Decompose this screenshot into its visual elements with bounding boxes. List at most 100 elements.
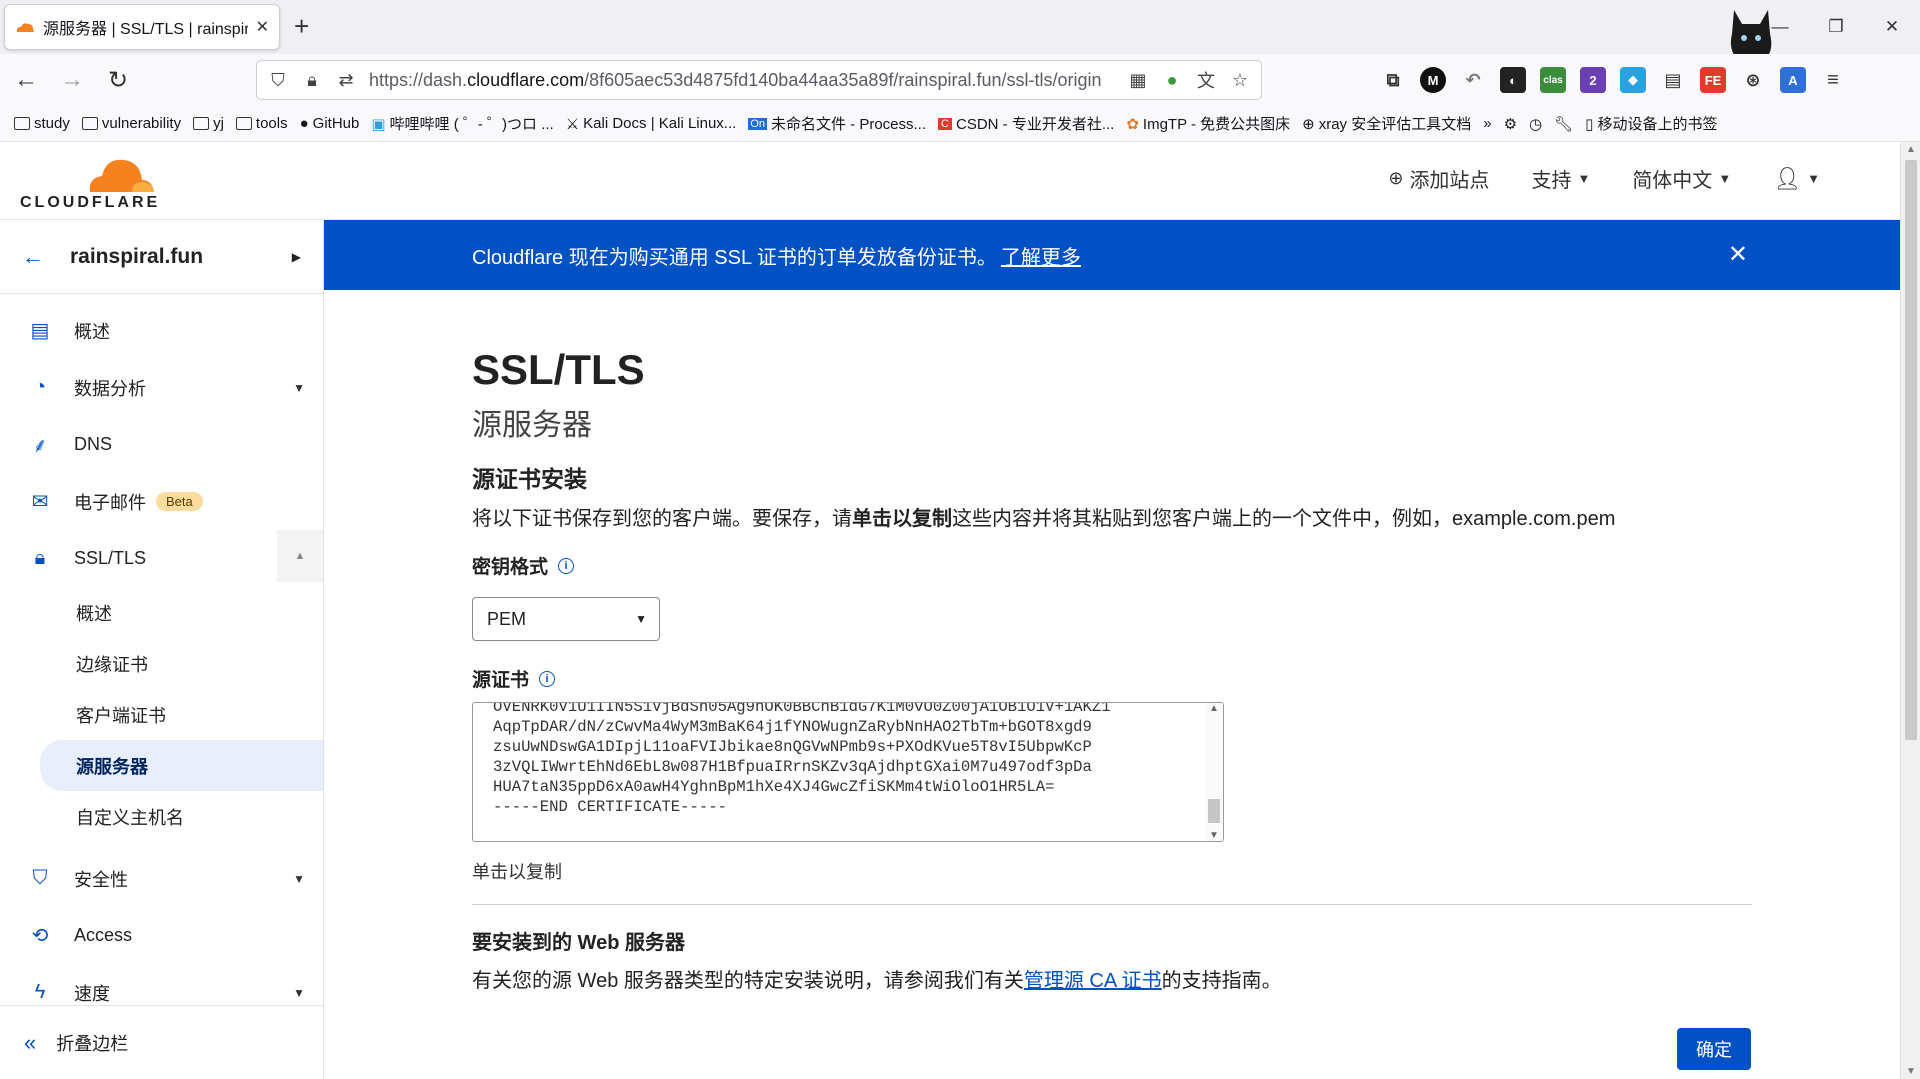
translate-icon[interactable]: 文 <box>1195 67 1217 93</box>
clash-extension-icon[interactable]: clas <box>1540 67 1566 93</box>
add-site-button[interactable]: ⊕ 添加站点 <box>1388 164 1489 193</box>
bookmark-xray[interactable]: ⊕ xray 安全评估工具文档 <box>1302 113 1471 134</box>
cloudflare-logo[interactable]: CLOUDFLARE <box>20 152 160 214</box>
window-close-icon[interactable]: ✕ <box>1864 0 1920 54</box>
manage-origin-ca-link[interactable]: 管理源 CA 证书 <box>1024 970 1162 992</box>
dropdown-arrow-icon: ▼ <box>635 612 647 626</box>
access-icon: ⟲ <box>31 925 49 947</box>
m-extension-icon[interactable]: M <box>1420 67 1446 93</box>
info-icon[interactable]: i <box>539 670 556 687</box>
sidebar-item-overview[interactable]: ▤ 概述 <box>0 302 323 359</box>
mail-icon: ✉ <box>31 491 49 513</box>
undo-icon[interactable]: ↶ <box>1460 67 1486 93</box>
bookmark-tools[interactable]: tools <box>235 115 288 132</box>
permissions-icon[interactable]: ⇄ <box>335 70 357 91</box>
sidebar-item-email[interactable]: ✉ 电子邮件 Beta <box>0 473 323 530</box>
bookmarks-overflow-icon[interactable]: » <box>1483 115 1491 132</box>
sidebar-item-analytics[interactable]: ◔ 数据分析 ▼ <box>0 359 323 416</box>
wrench-icon[interactable]: 🔧︎ <box>1554 115 1573 133</box>
new-tab-icon[interactable]: + <box>294 12 309 40</box>
bookmark-processon[interactable]: On 未命名文件 - Process... <box>748 113 926 134</box>
bookmark-github[interactable]: ● GitHub <box>300 115 360 132</box>
cube-extension-icon[interactable]: ◆ <box>1620 67 1646 93</box>
certificate-text[interactable]: OVENRK0V1U1IIN5S1VjBdSn05Ag9nOK0BBCnB1dG… <box>493 703 1201 817</box>
page-scrollbar[interactable]: ▲ ▼ <box>1900 142 1920 1079</box>
bookmark-study[interactable]: study <box>14 115 70 132</box>
chevron-right-icon[interactable]: ▶ <box>292 250 301 264</box>
textarea-scrollbar[interactable]: ▲ ▼ <box>1205 703 1223 841</box>
key-format-select[interactable]: PEM ▼ <box>472 597 660 641</box>
tab-close-icon[interactable]: ✕ <box>256 17 269 37</box>
document-icon: ▤ <box>30 320 50 342</box>
sidebar-sub-client-certificates[interactable]: 客户端证书 <box>0 689 323 740</box>
caret-down-icon[interactable]: ▼ <box>293 986 305 1000</box>
support-menu[interactable]: 支持 ▼ <box>1531 164 1590 193</box>
bookmark-yj[interactable]: yj <box>193 115 224 132</box>
sidebar-sub-custom-hostnames[interactable]: 自定义主机名 <box>0 791 323 842</box>
bilibili-icon: ▣ <box>371 115 386 133</box>
textarea-scroll-thumb[interactable] <box>1208 799 1220 823</box>
confirm-button[interactable]: 确定 <box>1677 1028 1751 1070</box>
info-icon[interactable]: i <box>558 557 575 574</box>
user-menu[interactable]: 👤︎ ▼ <box>1773 166 1820 192</box>
caret-up-icon[interactable]: ▲ <box>277 530 323 582</box>
sidebar-sub-origin-server[interactable]: 源服务器 <box>40 740 323 791</box>
scroll-up-icon[interactable]: ▲ <box>1901 144 1920 155</box>
bookmark-vulnerability[interactable]: vulnerability <box>81 115 181 132</box>
cf-header: CLOUDFLARE ⊕ 添加站点 支持 ▼ 简体中文 ▼ 👤︎ ▼ <box>0 142 1900 220</box>
learn-more-link[interactable]: 了解更多 <box>1001 241 1081 270</box>
bookmark-kali[interactable]: ⚔ Kali Docs | Kali Linux... <box>566 115 737 133</box>
origin-certificate-textarea[interactable]: OVENRK0V1U1IIN5S1VjBdSn05Ag9nOK0BBCnB1dG… <box>472 702 1224 842</box>
translate-extension-icon[interactable]: A <box>1780 67 1806 93</box>
back-arrow-icon[interactable]: ← <box>22 244 44 270</box>
url-text[interactable]: https://dash.cloudflare.com/8f605aec53d4… <box>369 70 1115 91</box>
page-scroll-thumb[interactable] <box>1905 160 1917 740</box>
shield-icon[interactable]: ⛉ <box>267 70 289 91</box>
network-icon: ⸙ <box>32 435 48 457</box>
lock-icon[interactable]: 🔒︎ <box>301 70 323 91</box>
puzzle-icon[interactable]: ⧉ <box>1380 67 1406 93</box>
minimize-icon[interactable]: — <box>1752 0 1808 54</box>
bookmark-mobile[interactable]: ▯ 移动设备上的书签 <box>1585 113 1717 134</box>
language-menu[interactable]: 简体中文 ▼ <box>1632 164 1731 193</box>
scroll-down-icon[interactable]: ▼ <box>1901 1066 1920 1077</box>
close-icon[interactable]: ✕ <box>1728 240 1748 269</box>
history-icon[interactable]: ◷ <box>1529 115 1542 133</box>
url-bar[interactable]: ⛉ 🔒︎ ⇄ https://dash.cloudflare.com/8f605… <box>256 60 1262 100</box>
caret-down-icon: ▼ <box>1718 171 1732 186</box>
bookmark-imgtp[interactable]: ✿ ImgTP - 免费公共图床 <box>1126 113 1290 134</box>
fe-extension-icon[interactable]: FE <box>1700 67 1726 93</box>
bookmark-star-icon[interactable]: ☆ <box>1229 70 1251 91</box>
sidebar-item-dns[interactable]: ⸙ DNS <box>0 416 323 473</box>
browser-tab[interactable]: 源服务器 | SSL/TLS | rainspiral.fun ✕ <box>4 4 280 50</box>
click-to-copy-text[interactable]: 单击以复制 <box>472 858 562 884</box>
collapse-sidebar-button[interactable]: « 折叠边栏 <box>0 1005 323 1079</box>
restore-icon[interactable]: ❐ <box>1808 0 1864 54</box>
sidebar-item-access[interactable]: ⟲ Access <box>0 907 323 964</box>
caret-down-icon: ▼ <box>1807 171 1820 186</box>
film-extension-icon[interactable]: ⊛ <box>1740 67 1766 93</box>
settings-icon[interactable]: ⚙ <box>1504 115 1517 133</box>
notification-extension-icon[interactable]: 2 <box>1580 67 1606 93</box>
bookmark-csdn[interactable]: C CSDN - 专业开发者社... <box>938 113 1114 134</box>
scroll-down-icon[interactable]: ▼ <box>1205 830 1223 841</box>
shield-icon: ⛉ <box>32 867 48 889</box>
reload-icon[interactable]: ↻ <box>98 60 138 100</box>
caret-down-icon[interactable]: ▼ <box>293 872 305 886</box>
bookmark-bilibili[interactable]: ▣ 哔哩哔哩 ( ゜- ゜)つロ ... <box>371 113 553 134</box>
user-icon: 👤︎ <box>1773 165 1802 191</box>
sidebar-sub-overview[interactable]: 概述 <box>0 587 323 638</box>
forward-icon[interactable]: → <box>52 60 92 100</box>
sidebar-item-security[interactable]: ⛉ 安全性 ▼ <box>0 850 323 907</box>
sidebar-sub-edge-certificates[interactable]: 边缘证书 <box>0 638 323 689</box>
caret-down-icon[interactable]: ▼ <box>293 381 305 395</box>
scroll-up-icon[interactable]: ▲ <box>1205 703 1223 714</box>
window-extension-icon[interactable]: ▤ <box>1660 67 1686 93</box>
menu-icon[interactable]: ≡ <box>1820 67 1846 93</box>
qr-code-icon[interactable]: ▦ <box>1127 70 1149 91</box>
zone-switcher[interactable]: ← rainspiral.fun ▶ <box>0 220 323 294</box>
globe-icon[interactable]: ● <box>1161 70 1183 91</box>
back-icon[interactable]: ← <box>6 60 46 100</box>
sidebar-item-ssl-tls[interactable]: 🔒︎ SSL/TLS ▲ <box>0 530 323 587</box>
mask-extension-icon[interactable]: ◐ <box>1500 67 1526 93</box>
